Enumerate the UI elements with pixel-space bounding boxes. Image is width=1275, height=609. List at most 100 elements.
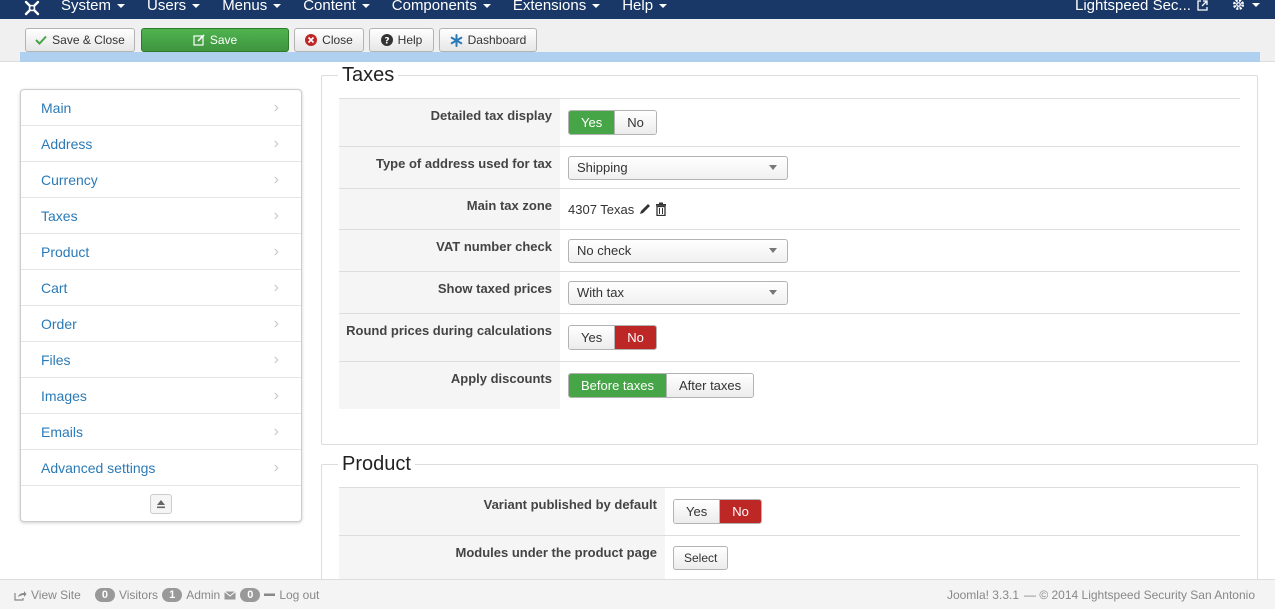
taxes-fieldset: Taxes Detailed tax display Yes No Type o… — [321, 64, 1258, 445]
detailed-tax-display-toggle: Yes No — [568, 110, 657, 135]
sidebar-item-address[interactable]: Address › — [21, 126, 301, 162]
sidebar-item-label: Advanced settings — [41, 459, 156, 476]
caret-down-icon — [1252, 2, 1260, 7]
field-control: Select — [673, 536, 729, 579]
visitors-count-badge: 0 — [94, 588, 115, 602]
field-control: Yes No — [568, 99, 657, 146]
chevron-right-icon: › — [273, 170, 279, 188]
sidebar-item-label: Product — [41, 243, 90, 260]
joomla-logo-icon[interactable] — [22, 0, 42, 17]
edit-icon — [193, 34, 205, 46]
sidebar-item-images[interactable]: Images › — [21, 378, 301, 414]
menu-extensions[interactable]: Extensions — [513, 0, 601, 14]
envelope-icon[interactable] — [224, 590, 237, 600]
chevron-right-icon: › — [273, 206, 279, 224]
main-tax-zone-row: Main tax zone 4307 Texas — [339, 188, 1240, 229]
sidebar-item-order[interactable]: Order › — [21, 306, 301, 342]
address-type-select[interactable]: Shipping — [568, 155, 788, 180]
close-circle-icon — [305, 34, 318, 46]
close-label: Close — [322, 33, 353, 47]
messages-count-badge: 0 — [240, 588, 261, 602]
save-close-label: Save & Close — [52, 33, 125, 47]
sidebar-item-emails[interactable]: Emails › — [21, 414, 301, 450]
select-value: With tax — [577, 285, 624, 300]
no-option[interactable]: No — [614, 326, 656, 349]
modules-row: Modules under the product page Select — [339, 535, 1240, 579]
field-label: Modules under the product page — [339, 536, 665, 579]
after-taxes-option[interactable]: After taxes — [666, 374, 754, 397]
pencil-icon[interactable] — [638, 202, 652, 216]
status-left: View Site 0 Visitors 1 Admin 0 Log out — [14, 580, 323, 609]
close-button[interactable]: Close — [294, 28, 364, 52]
sidebar-item-label: Taxes — [41, 207, 78, 224]
address-type-row: Type of address used for tax Shipping — [339, 146, 1240, 188]
caret-down-icon — [592, 3, 601, 8]
config-sidebar: Main › Address › Currency › Taxes › Product ›… — [20, 89, 302, 522]
taxes-legend: Taxes — [338, 64, 399, 87]
menu-users[interactable]: Users — [147, 0, 201, 14]
no-option[interactable]: No — [614, 111, 656, 134]
sidebar-item-taxes[interactable]: Taxes › — [21, 198, 301, 234]
site-link[interactable]: Lightspeed Sec... — [1075, 0, 1208, 14]
help-button[interactable]: ? Help — [369, 28, 434, 52]
dashboard-label: Dashboard — [467, 33, 527, 47]
field-label: Detailed tax display — [339, 99, 560, 146]
sidebar-item-advanced-settings[interactable]: Advanced settings › — [21, 450, 301, 486]
save-close-button[interactable]: Save & Close — [25, 28, 135, 52]
copyright-text: — © 2014 Lightspeed Security San Antonio — [1024, 588, 1255, 602]
dropdown-arrow-icon — [769, 290, 777, 295]
select-modules-button[interactable]: Select — [673, 545, 729, 570]
field-control: 4307 Texas — [568, 189, 667, 229]
scroll-top-button[interactable] — [150, 494, 172, 514]
site-link-label: Lightspeed Sec... — [1075, 0, 1191, 14]
sidebar-item-label: Emails — [41, 423, 84, 440]
caret-down-icon — [273, 3, 282, 8]
dashboard-button[interactable]: Dashboard — [439, 28, 537, 52]
dropdown-arrow-icon — [769, 248, 777, 253]
field-control: With tax — [568, 272, 788, 313]
menu-system[interactable]: System — [61, 0, 126, 14]
show-taxed-prices-select[interactable]: With tax — [568, 280, 788, 305]
yes-option[interactable]: Yes — [569, 326, 615, 349]
sidebar-footer — [21, 486, 301, 522]
user-menu[interactable] — [1231, 0, 1260, 12]
sidebar-item-product[interactable]: Product › — [21, 234, 301, 270]
caret-down-icon — [659, 3, 668, 8]
share-icon — [14, 590, 27, 601]
chevron-right-icon: › — [273, 242, 279, 260]
view-site-link[interactable]: View Site — [31, 588, 81, 602]
before-taxes-option[interactable]: Before taxes — [569, 374, 666, 397]
menu-label: Users — [147, 0, 187, 14]
vat-check-select[interactable]: No check — [568, 238, 788, 263]
sidebar-item-label: Files — [41, 351, 71, 368]
yes-option[interactable]: Yes — [674, 500, 720, 523]
sidebar-item-currency[interactable]: Currency › — [21, 162, 301, 198]
caret-down-icon — [482, 3, 491, 8]
menu-help[interactable]: Help — [622, 0, 668, 14]
sidebar-item-files[interactable]: Files › — [21, 342, 301, 378]
sidebar-item-cart[interactable]: Cart › — [21, 270, 301, 306]
sidebar-item-label: Main — [41, 99, 72, 116]
product-fieldset: Product Variant published by default Yes… — [321, 453, 1258, 594]
menu-content[interactable]: Content — [303, 0, 370, 14]
svg-text:?: ? — [384, 37, 389, 47]
field-label: Variant published by default — [339, 488, 665, 535]
menu-label: Content — [303, 0, 356, 14]
chevron-right-icon: › — [273, 98, 279, 116]
variant-published-toggle: Yes No — [673, 499, 762, 524]
sidebar-item-main[interactable]: Main › — [21, 90, 301, 126]
round-prices-toggle: Yes No — [568, 325, 657, 350]
trash-icon[interactable] — [655, 202, 667, 216]
caret-down-icon — [361, 3, 370, 8]
logout-link[interactable]: Log out — [279, 588, 319, 602]
save-button[interactable]: Save — [141, 28, 289, 52]
dropdown-arrow-icon — [769, 165, 777, 170]
yes-option[interactable]: Yes — [569, 111, 615, 134]
version-text: Joomla! 3.3.1 — [946, 588, 1019, 602]
field-control: Yes No — [673, 488, 762, 535]
no-option[interactable]: No — [719, 500, 761, 523]
eject-icon — [157, 500, 165, 509]
menu-components[interactable]: Components — [392, 0, 491, 14]
menu-menus[interactable]: Menus — [222, 0, 282, 14]
field-control: Yes No — [568, 314, 657, 361]
